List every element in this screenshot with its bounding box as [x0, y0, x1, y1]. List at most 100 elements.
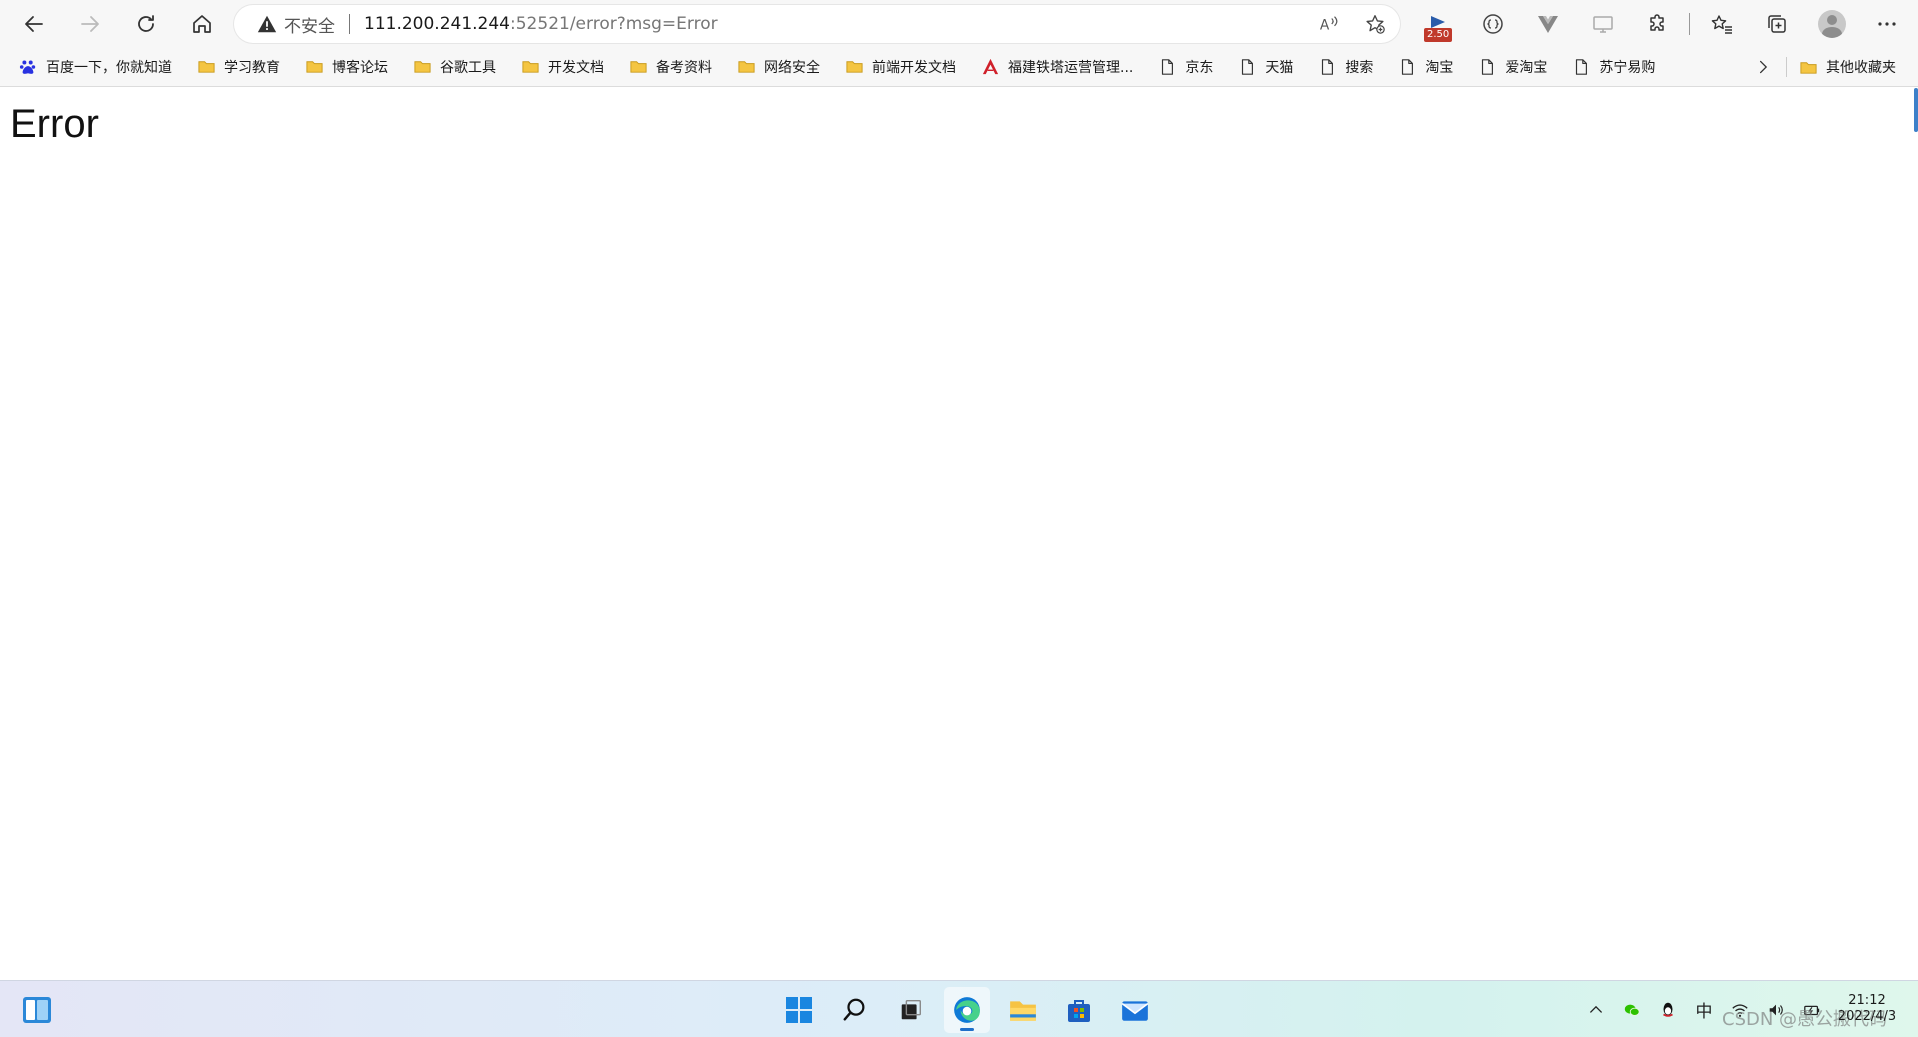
task-view-button[interactable]	[888, 987, 934, 1033]
edge-logo-icon	[954, 997, 980, 1023]
code-extension-button[interactable]	[1465, 4, 1520, 44]
url-path[interactable]: :52521/error?msg=Error	[510, 14, 718, 34]
bookmark-taobao[interactable]: 淘宝	[1389, 51, 1461, 83]
bookmark-label: 前端开发文档	[872, 59, 956, 76]
bookmark-folder-study[interactable]: 学习教育	[188, 51, 288, 83]
bookmark-folder-frontend[interactable]: 前端开发文档	[836, 51, 964, 83]
page-icon	[1477, 57, 1497, 77]
bookmark-aitaobao[interactable]: 爱淘宝	[1469, 51, 1555, 83]
chevron-right-icon	[1759, 60, 1768, 74]
profile-button[interactable]	[1804, 4, 1859, 44]
address-bar[interactable]: 不安全 111.200.241.244 :52521/error?msg=Err…	[234, 5, 1400, 43]
vue-devtools-button[interactable]	[1520, 4, 1575, 44]
favorites-list-icon	[1711, 14, 1732, 34]
bookmark-baidu[interactable]: 百度一下，你就知道	[10, 51, 180, 83]
screen-extension-button[interactable]	[1575, 4, 1630, 44]
bookmark-folder-blogs[interactable]: 博客论坛	[296, 51, 396, 83]
speed-extension-button[interactable]: 2.50	[1410, 4, 1465, 44]
back-button[interactable]	[12, 4, 56, 44]
page-icon	[1397, 57, 1417, 77]
toolbar-divider	[1689, 12, 1690, 35]
bookmark-folder-security[interactable]: 网络安全	[728, 51, 828, 83]
bookmarks-bar: 百度一下，你就知道 学习教育 博客论坛 谷歌工具 开发文档 备考资料 网络安全 …	[0, 47, 1918, 87]
clock-date: 2022/4/3	[1837, 1009, 1897, 1024]
vue-logo-icon	[1537, 15, 1558, 33]
braces-circle-icon	[1482, 13, 1503, 34]
wechat-tray-icon[interactable]	[1621, 999, 1643, 1021]
refresh-icon	[138, 14, 154, 32]
add-favorite-star-icon[interactable]	[1362, 11, 1388, 37]
avatar	[1817, 9, 1846, 38]
page-content: Error	[0, 88, 1918, 980]
tray-overflow-chevron-icon[interactable]	[1585, 999, 1607, 1021]
baidu-paw-icon	[18, 57, 38, 77]
bookmark-label: 网络安全	[764, 59, 820, 76]
browser-toolbar: 不安全 111.200.241.244 :52521/error?msg=Err…	[0, 0, 1918, 47]
bookmark-search[interactable]: 搜索	[1309, 51, 1381, 83]
collections-icon	[1767, 14, 1786, 33]
folder-icon	[304, 57, 324, 77]
bookmark-label: 其他收藏夹	[1826, 60, 1896, 76]
bookmark-jd[interactable]: 京东	[1149, 51, 1221, 83]
read-aloud-icon[interactable]: A	[1316, 11, 1342, 37]
mail-button[interactable]	[1112, 987, 1158, 1033]
folder-icon	[412, 57, 432, 77]
bookmark-tmall[interactable]: 天猫	[1229, 51, 1301, 83]
bookmarks-overflow-button[interactable]	[1750, 51, 1776, 83]
windows-logo-icon	[786, 997, 812, 1023]
bookmark-folder-dev-docs[interactable]: 开发文档	[512, 51, 612, 83]
taskbar-apps	[776, 987, 1158, 1033]
bookmarks-divider	[1786, 57, 1787, 77]
windows-taskbar: 中 CSDN @愚公搬代码 21:12 2022/4/3	[0, 980, 1918, 1037]
bookmark-tower[interactable]: 福建铁塔运营管理...	[972, 51, 1141, 83]
bookmark-label: 苏宁易购	[1599, 59, 1656, 76]
arrow-left-icon	[25, 15, 43, 32]
url-host[interactable]: 111.200.241.244	[364, 14, 510, 34]
edge-taskbar-button[interactable]	[944, 987, 990, 1033]
folder-icon	[736, 57, 756, 77]
refresh-button[interactable]	[124, 4, 168, 44]
more-dots-icon	[1877, 21, 1896, 26]
bookmark-other-favorites[interactable]: 其他收藏夹	[1790, 51, 1904, 83]
sidebar-edge-handle[interactable]	[1914, 88, 1918, 132]
bookmark-folder-google-tools[interactable]: 谷歌工具	[404, 51, 504, 83]
task-view-icon	[901, 1000, 921, 1020]
extensions-button[interactable]	[1630, 4, 1685, 44]
settings-more-button[interactable]	[1859, 4, 1914, 44]
start-button[interactable]	[776, 987, 822, 1033]
widgets-icon	[23, 997, 51, 1023]
error-heading: Error	[10, 102, 99, 146]
qq-penguin-tray-icon[interactable]	[1657, 999, 1679, 1021]
security-status-label[interactable]: 不安全	[284, 12, 335, 37]
extension-badge: 2.50	[1424, 27, 1453, 42]
folder-explorer-icon	[1010, 1001, 1036, 1021]
clock-time: 21:12	[1848, 993, 1886, 1008]
widgets-button[interactable]	[22, 996, 52, 1024]
warning-triangle-icon[interactable]	[256, 13, 278, 35]
collections-button[interactable]	[1749, 4, 1804, 44]
home-button[interactable]	[180, 4, 224, 44]
page-icon	[1571, 57, 1591, 77]
bookmark-label: 谷歌工具	[440, 59, 496, 76]
bookmark-suning[interactable]: 苏宁易购	[1563, 51, 1663, 83]
file-explorer-button[interactable]	[1000, 987, 1046, 1033]
page-icon	[1157, 57, 1177, 77]
search-icon	[843, 998, 865, 1021]
arrow-right-icon	[81, 15, 99, 32]
input-method-indicator[interactable]: 中	[1693, 999, 1715, 1022]
bookmark-label: 京东	[1185, 59, 1214, 76]
forward-button[interactable]	[68, 4, 112, 44]
bookmark-label: 开发文档	[548, 59, 604, 76]
tower-logo-icon	[980, 57, 1000, 77]
taskbar-clock[interactable]: 21:12 2022/4/3	[1822, 993, 1912, 1025]
bookmark-label: 搜索	[1345, 59, 1374, 76]
address-bar-actions: A	[1316, 5, 1388, 43]
page-icon	[1317, 57, 1337, 77]
monitor-icon	[1592, 15, 1613, 33]
search-button[interactable]	[832, 987, 878, 1033]
bookmark-folder-exam[interactable]: 备考资料	[620, 51, 720, 83]
favorites-button[interactable]	[1694, 4, 1749, 44]
bookmark-label: 百度一下，你就知道	[46, 59, 172, 76]
folder-icon	[1798, 57, 1818, 77]
store-button[interactable]	[1056, 987, 1102, 1033]
